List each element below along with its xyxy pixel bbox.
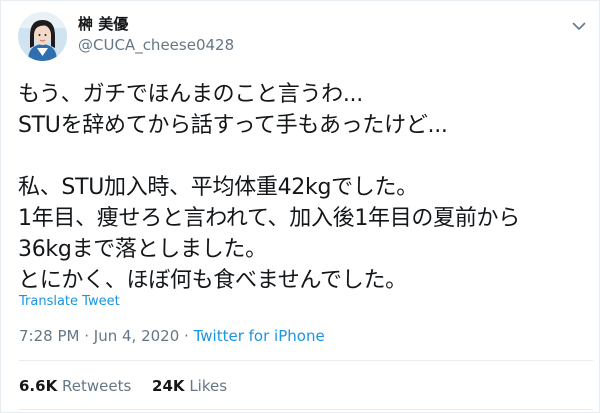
retweets-label: Retweets bbox=[61, 377, 132, 395]
likes-label: Likes bbox=[189, 377, 228, 395]
avatar[interactable] bbox=[18, 12, 67, 61]
retweets-stat[interactable]: 6.6K Retweets bbox=[19, 376, 131, 396]
meta-separator: · bbox=[84, 327, 90, 345]
tweet-source-link[interactable]: Twitter for iPhone bbox=[194, 327, 325, 345]
likes-count: 24K bbox=[152, 377, 185, 395]
avatar-photo bbox=[18, 12, 67, 61]
author-handle[interactable]: @CUCA_cheese0428 bbox=[78, 35, 234, 55]
tweet-date[interactable]: Jun 4, 2020 bbox=[94, 327, 179, 345]
retweets-count: 6.6K bbox=[19, 377, 58, 395]
divider bbox=[19, 360, 593, 361]
tweet-meta: 7:28 PM · Jun 4, 2020 · Twitter for iPho… bbox=[19, 326, 325, 346]
divider bbox=[19, 409, 593, 410]
tweet-text: もう、ガチでほんまのこと言うわ... STUを辞めてから話すって手もあったけど.… bbox=[18, 82, 520, 293]
chevron-down-icon[interactable] bbox=[567, 14, 591, 38]
tweet-stats: 6.6K Retweets 24K Likes bbox=[19, 376, 227, 396]
translate-tweet-link[interactable]: Translate Tweet bbox=[19, 294, 120, 310]
tweet-card: 榊 美優 @CUCA_cheese0428 もう、ガチでほんまのこと言うわ...… bbox=[0, 0, 600, 413]
author-name[interactable]: 榊 美優 bbox=[78, 14, 128, 34]
tweet-time[interactable]: 7:28 PM bbox=[19, 327, 79, 345]
meta-separator: · bbox=[184, 327, 189, 345]
likes-stat[interactable]: 24K Likes bbox=[152, 376, 227, 396]
